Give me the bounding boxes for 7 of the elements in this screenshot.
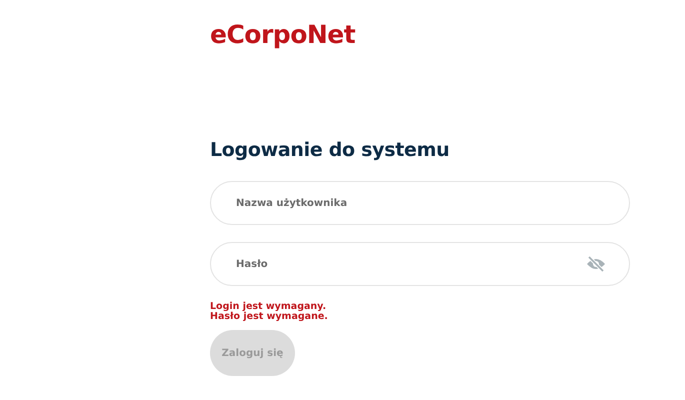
page-heading: Logowanie do systemu <box>210 138 450 163</box>
logo: eCorpoNet <box>210 19 356 51</box>
password-field[interactable]: Hasło <box>210 242 630 286</box>
eye-slash-icon[interactable] <box>586 256 606 272</box>
error-message: Login jest wymagany. <box>210 302 328 312</box>
error-message: Hasło jest wymagane. <box>210 312 329 322</box>
username-field[interactable]: Nazwa użytkownika <box>210 181 630 225</box>
